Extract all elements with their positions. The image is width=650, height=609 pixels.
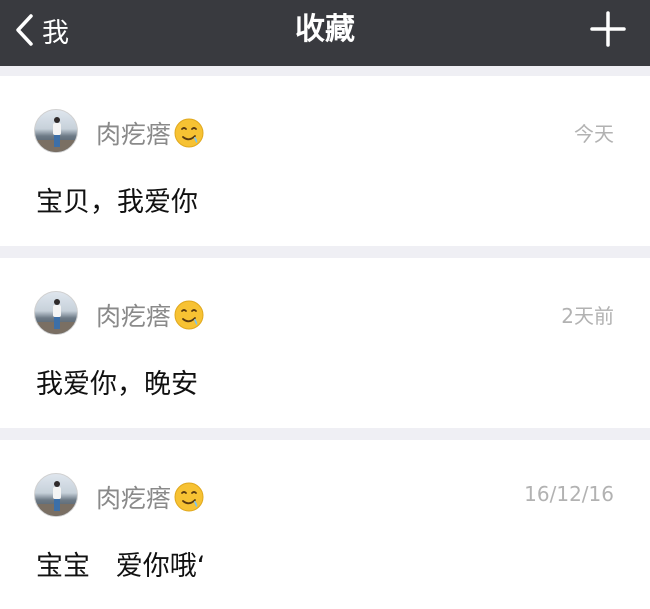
timestamp: 16/12/16 xyxy=(524,482,614,506)
username: 肉疙瘩 xyxy=(96,480,205,514)
avatar[interactable] xyxy=(34,291,78,335)
navigation-bar: 我 收藏 xyxy=(0,0,650,66)
message-text: 宝贝，我爱你 xyxy=(36,187,198,218)
avatar-body xyxy=(53,305,61,317)
favorite-item[interactable]: 肉疙瘩 今天 宝贝，我爱你 xyxy=(0,76,650,246)
add-button[interactable] xyxy=(590,11,626,47)
plus-icon xyxy=(590,11,626,47)
favorite-item[interactable]: 肉疙瘩 2天前 我爱你，晚安 xyxy=(0,258,650,428)
username: 肉疙瘩 xyxy=(96,298,205,332)
avatar[interactable] xyxy=(34,109,78,153)
favorite-item[interactable]: 肉疙瘩 16/12/16 宝宝 爱你哦‘ xyxy=(0,440,650,609)
message-text: 我爱你，晚安 xyxy=(36,369,198,400)
avatar-legs xyxy=(54,317,60,329)
username-text: 肉疙瘩 xyxy=(96,120,172,149)
avatar-legs xyxy=(54,499,60,511)
avatar-legs xyxy=(54,135,60,147)
message-text: 宝宝 爱你哦‘ xyxy=(36,551,206,582)
username-text: 肉疙瘩 xyxy=(96,484,172,513)
drooling-face-emoji-icon xyxy=(174,482,204,512)
drooling-face-emoji-icon xyxy=(174,118,204,148)
username: 肉疙瘩 xyxy=(96,116,205,150)
timestamp: 今天 xyxy=(574,122,614,146)
timestamp: 2天前 xyxy=(561,304,614,328)
avatar-body xyxy=(53,487,61,499)
page-title: 收藏 xyxy=(295,12,355,47)
drooling-face-emoji-icon xyxy=(174,300,204,330)
username-text: 肉疙瘩 xyxy=(96,302,172,331)
avatar-body xyxy=(53,123,61,135)
avatar[interactable] xyxy=(34,473,78,517)
